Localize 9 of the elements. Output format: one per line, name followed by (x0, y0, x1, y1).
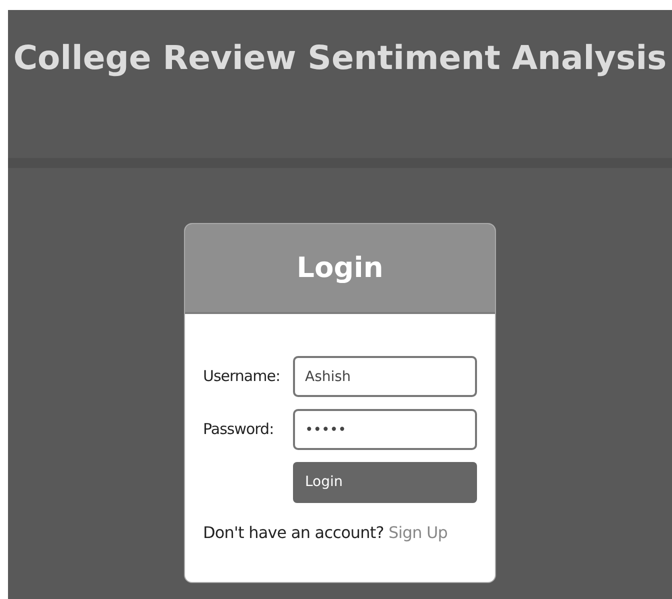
card-title: Login (296, 250, 384, 286)
input-field[interactable]: Ashish (293, 356, 477, 397)
input-field[interactable]: ••••• (293, 409, 477, 450)
field-label: Username: (203, 366, 282, 388)
field-label: Password: (203, 419, 275, 440)
login-button[interactable]: Login (293, 462, 477, 503)
signup-link[interactable]: Sign Up (388, 523, 448, 542)
signup-prompt: Don't have an account? Sign Up (203, 522, 449, 544)
page-title: College Review Sentiment Analysis (13, 37, 667, 79)
